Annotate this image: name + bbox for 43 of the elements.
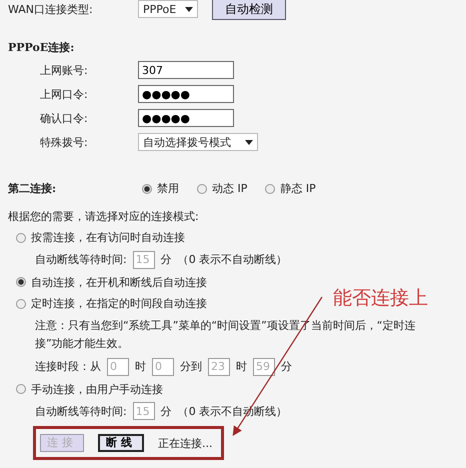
radio-button[interactable] — [16, 277, 26, 287]
disconnect-button[interactable]: 断线 — [98, 434, 144, 452]
caret-icon — [245, 140, 253, 144]
field-label: 上网账号: — [39, 62, 89, 78]
input-field[interactable]: ●●●●● — [138, 109, 234, 127]
label-text: 分 — [160, 404, 172, 418]
option-label: 手动连接，由用户手动连接 — [31, 382, 163, 396]
label-text: 分到 — [180, 359, 202, 374]
field-label: 特殊拨号: — [39, 134, 89, 150]
label-text: 连接时段：从 — [35, 359, 101, 374]
radio-button[interactable] — [197, 184, 207, 194]
label-text: 分 — [281, 359, 292, 374]
field-label: 上网口令: — [39, 86, 89, 102]
label-text: WAN口连接类型: — [8, 2, 94, 16]
radio-button[interactable] — [142, 184, 152, 194]
input-field[interactable]: 307 — [138, 61, 234, 79]
input-field[interactable]: ●●●●● — [138, 85, 234, 103]
option-label: 自动连接，在开机和断线后自动连接 — [31, 274, 207, 290]
option-label: 按需连接，在有访问时自动连接 — [31, 230, 185, 245]
label-text: 时 — [135, 359, 146, 374]
field-label: 确认口令: — [39, 110, 89, 126]
section-heading: PPPoE连接: — [8, 41, 74, 54]
status-text: 正在连接... — [158, 436, 212, 450]
label-text: 分 — [160, 252, 172, 267]
prompt-text: 根据您的需要，请选择对应的连接模式: — [8, 210, 199, 223]
option-label: 静态 IP — [280, 181, 316, 196]
option-label: 禁用 — [157, 181, 179, 196]
option-label: 定时连接，在指定的时间段自动连接 — [31, 296, 207, 311]
label-text: （0 表示不自动断线） — [178, 252, 288, 267]
option-label: 动态 IP — [212, 181, 248, 196]
radio-button[interactable] — [16, 384, 26, 394]
label-text: 时 — [236, 359, 247, 374]
label-text: 自动断线等待时间: — [35, 252, 127, 267]
radio-button[interactable] — [16, 298, 26, 308]
radio-button[interactable] — [16, 232, 26, 242]
select-field[interactable]: PPPoE — [138, 0, 198, 18]
detect-button[interactable]: 自动检测 — [212, 0, 286, 20]
radio-button[interactable] — [265, 184, 276, 194]
annotation-text: 能否连接上 — [333, 286, 428, 311]
caret-icon — [185, 6, 193, 12]
section-heading: 第二连接: — [8, 181, 58, 196]
label-text: 自动断线等待时间: — [35, 404, 127, 418]
select-field[interactable]: 自动选择拨号模式 — [138, 133, 258, 151]
